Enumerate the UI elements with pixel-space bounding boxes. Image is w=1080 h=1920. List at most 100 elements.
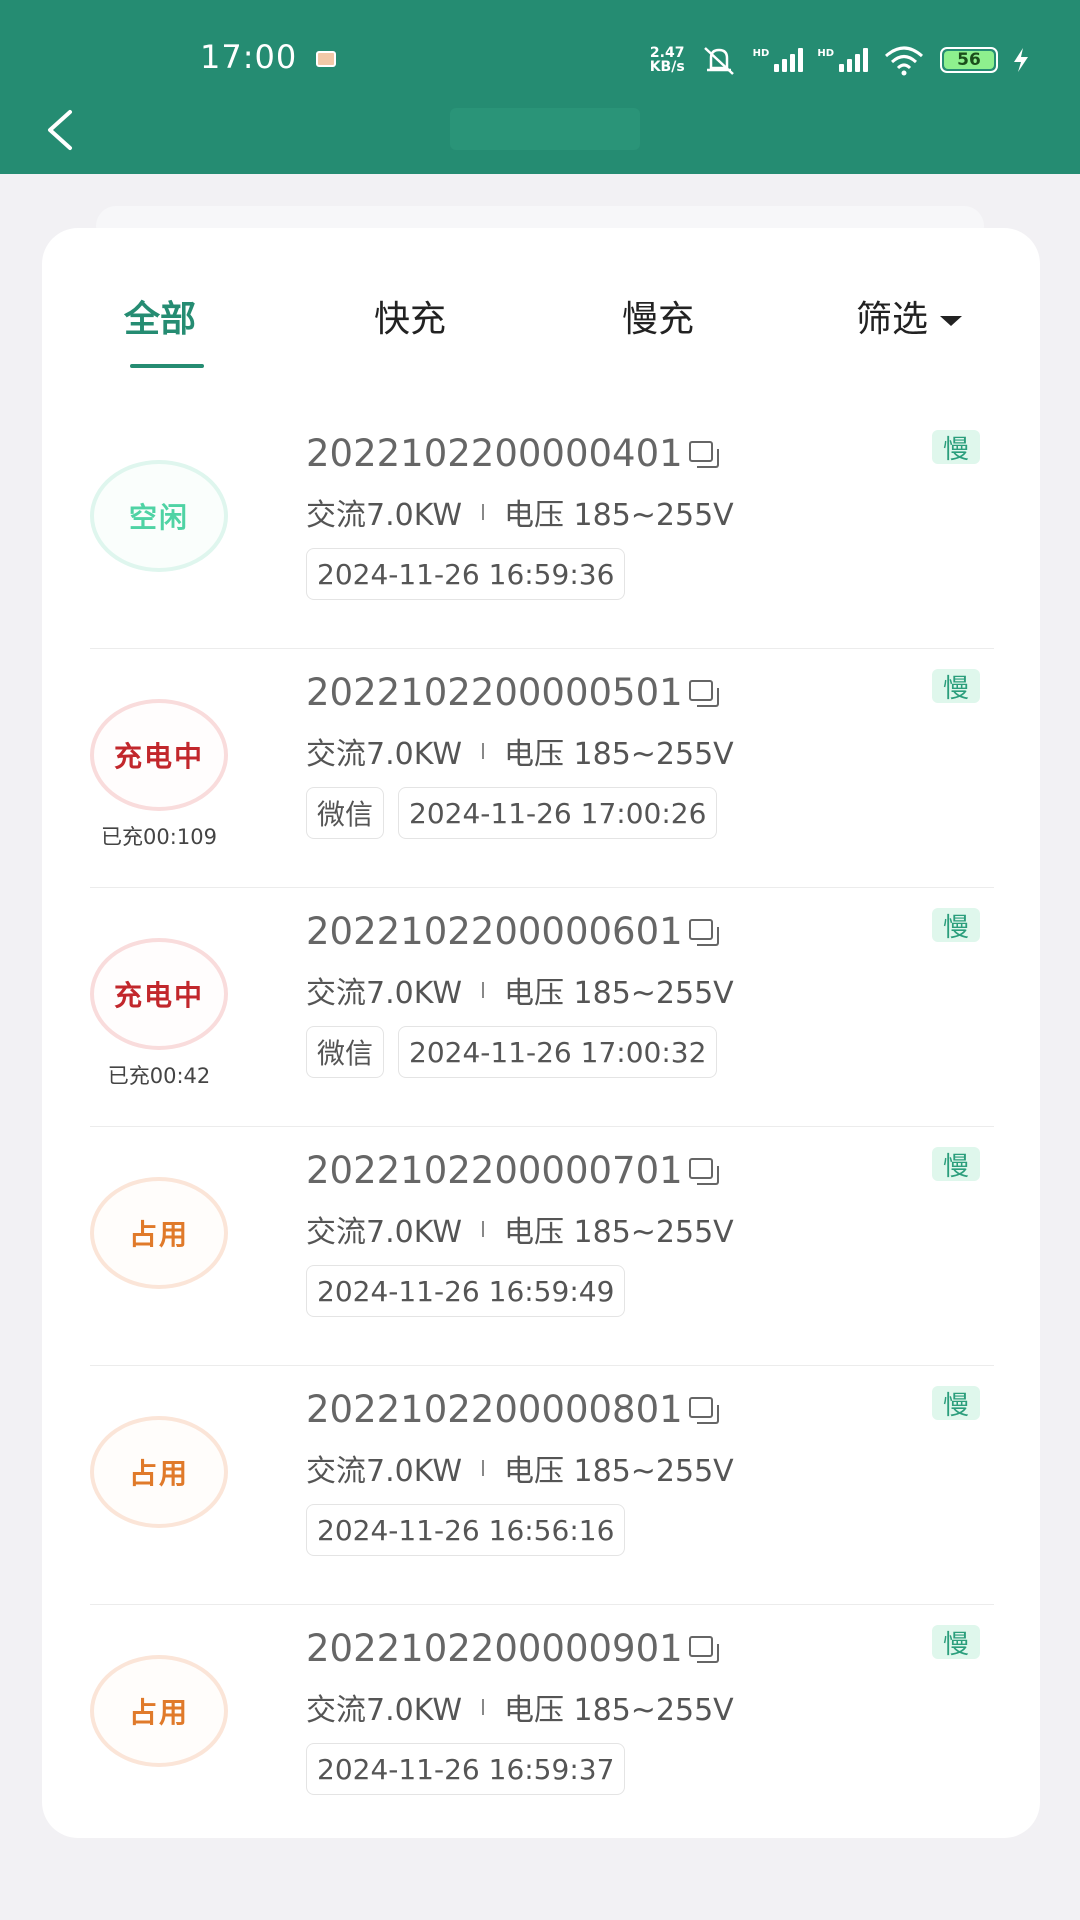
pile-status: 充电中 [90, 938, 228, 1050]
copy-icon[interactable] [688, 1396, 719, 1424]
pile-id: 2022102200000401 [306, 432, 719, 475]
time-tag: 2024-11-26 16:59:49 [306, 1265, 626, 1317]
copy-icon[interactable] [688, 1635, 719, 1663]
battery-level: 56 [944, 50, 994, 70]
pile-row[interactable]: 充电中 已充00:42 2022102200000601 交流7.0KW 电压 … [90, 888, 994, 1127]
pile-spec: 交流7.0KW 电压 185~255V [306, 968, 734, 1012]
payment-tag: 微信 [306, 1026, 385, 1078]
pile-list: 空闲 2022102200000401 交流7.0KW 电压 185~255V … [90, 410, 994, 1844]
caret-down-icon [940, 316, 963, 326]
tab-slow-charge[interactable]: 慢充 [622, 290, 694, 342]
pile-id-text: 2022102200000801 [306, 1388, 683, 1431]
notification-icon [316, 51, 336, 67]
pile-id: 2022102200000801 [306, 1388, 719, 1431]
pile-power: 交流7.0KW [306, 976, 462, 1011]
spec-separator [481, 1460, 484, 1476]
copy-icon[interactable] [688, 918, 719, 946]
back-button[interactable] [40, 106, 80, 154]
pile-tags: 微信 2024-11-26 17:00:32 [306, 1026, 718, 1078]
pile-tags: 2024-11-26 16:59:37 [306, 1743, 626, 1795]
pile-spec: 交流7.0KW 电压 185~255V [306, 729, 734, 773]
pile-power: 交流7.0KW [306, 498, 462, 533]
slow-charge-badge: 慢 [932, 1147, 980, 1182]
time-tag: 2024-11-26 17:00:26 [398, 787, 718, 839]
pile-status: 空闲 [90, 460, 228, 572]
pile-spec: 交流7.0KW 电压 185~255V [306, 1446, 734, 1490]
payment-tag: 微信 [306, 787, 385, 839]
pile-tags: 2024-11-26 16:56:16 [306, 1504, 626, 1556]
pile-row[interactable]: 充电中 已充00:109 2022102200000501 交流7.0KW 电压… [90, 649, 994, 888]
slow-charge-badge: 慢 [932, 669, 980, 704]
pile-voltage: 电压 185~255V [503, 1215, 734, 1250]
slow-charge-badge: 慢 [932, 430, 980, 465]
spec-separator [481, 743, 484, 759]
copy-icon[interactable] [688, 440, 719, 468]
pile-row[interactable]: 占用 2022102200000801 交流7.0KW 电压 185~255V … [90, 1366, 994, 1605]
signal-1-icon: HD [753, 48, 804, 72]
pile-power: 交流7.0KW [306, 1215, 462, 1250]
net-speed: 2.47 KB/s [650, 46, 685, 74]
pile-voltage: 电压 185~255V [503, 1454, 734, 1489]
slow-charge-badge: 慢 [932, 908, 980, 943]
page-title [450, 108, 640, 150]
slow-charge-badge: 慢 [932, 1386, 980, 1421]
pile-id: 2022102200000701 [306, 1149, 719, 1192]
spec-separator [481, 982, 484, 998]
pile-list-card: 全部 快充 慢充 筛选 空闲 2022102200000401 交流7.0KW … [42, 228, 1040, 1838]
time-tag: 2024-11-26 16:56:16 [306, 1504, 626, 1556]
time-tag: 2024-11-26 17:00:32 [398, 1026, 718, 1078]
pile-voltage: 电压 185~255V [503, 737, 734, 772]
signal-2-icon: HD [817, 48, 868, 72]
pile-status: 占用 [90, 1177, 228, 1289]
pile-row[interactable]: 占用 2022102200000901 交流7.0KW 电压 185~255V … [90, 1605, 994, 1844]
pile-power: 交流7.0KW [306, 737, 462, 772]
pile-id: 2022102200000501 [306, 671, 719, 714]
pile-voltage: 电压 185~255V [503, 976, 734, 1011]
battery-icon: 56 [940, 47, 998, 73]
tab-bar: 全部 快充 慢充 筛选 [42, 228, 1040, 378]
net-speed-value: 2.47 [649, 45, 685, 61]
tab-filter-label: 筛选 [856, 299, 929, 340]
tab-fast-charge[interactable]: 快充 [374, 290, 446, 342]
pile-status: 充电中 [90, 699, 228, 811]
pile-power: 交流7.0KW [306, 1454, 462, 1489]
pile-voltage: 电压 185~255V [503, 498, 734, 533]
pile-id-text: 2022102200000901 [306, 1627, 683, 1670]
pile-tags: 2024-11-26 16:59:49 [306, 1265, 626, 1317]
pile-id-text: 2022102200000401 [306, 432, 683, 475]
mute-bell-icon [703, 47, 734, 75]
spec-separator [481, 1699, 484, 1715]
top-bar: 17:00 2.47 KB/s HD HD 56 [0, 0, 1080, 174]
pile-power: 交流7.0KW [306, 1693, 462, 1728]
active-tab-indicator [130, 364, 204, 368]
pile-spec: 交流7.0KW 电压 185~255V [306, 1207, 734, 1251]
pile-id-text: 2022102200000701 [306, 1149, 683, 1192]
slow-charge-badge: 慢 [932, 1625, 980, 1660]
pile-spec: 交流7.0KW 电压 185~255V [306, 490, 734, 534]
pile-id-text: 2022102200000601 [306, 910, 683, 953]
charged-duration: 已充00:42 [107, 1064, 211, 1088]
copy-icon[interactable] [688, 679, 719, 707]
pile-tags: 微信 2024-11-26 17:00:26 [306, 787, 718, 839]
wifi-icon [885, 46, 923, 76]
pile-status: 占用 [90, 1655, 228, 1767]
pile-spec: 交流7.0KW 电压 185~255V [306, 1685, 734, 1729]
pile-id: 2022102200000601 [306, 910, 719, 953]
net-speed-unit: KB/s [649, 59, 685, 75]
spec-separator [481, 1221, 484, 1237]
tab-all[interactable]: 全部 [124, 290, 196, 342]
spec-separator [481, 504, 484, 520]
pile-row[interactable]: 空闲 2022102200000401 交流7.0KW 电压 185~255V … [90, 410, 994, 649]
pile-tags: 2024-11-26 16:59:36 [306, 548, 626, 600]
pile-id-text: 2022102200000501 [306, 671, 683, 714]
charged-duration: 已充00:109 [101, 825, 217, 849]
status-time: 17:00 [200, 38, 298, 76]
copy-icon[interactable] [688, 1157, 719, 1185]
tab-filter[interactable]: 筛选 [856, 290, 963, 342]
pile-id: 2022102200000901 [306, 1627, 719, 1670]
pile-status: 占用 [90, 1416, 228, 1528]
charging-bolt-icon [1014, 48, 1028, 72]
status-icons: 2.47 KB/s HD HD 56 [650, 44, 1030, 76]
pile-row[interactable]: 占用 2022102200000701 交流7.0KW 电压 185~255V … [90, 1127, 994, 1366]
time-tag: 2024-11-26 16:59:36 [306, 548, 626, 600]
